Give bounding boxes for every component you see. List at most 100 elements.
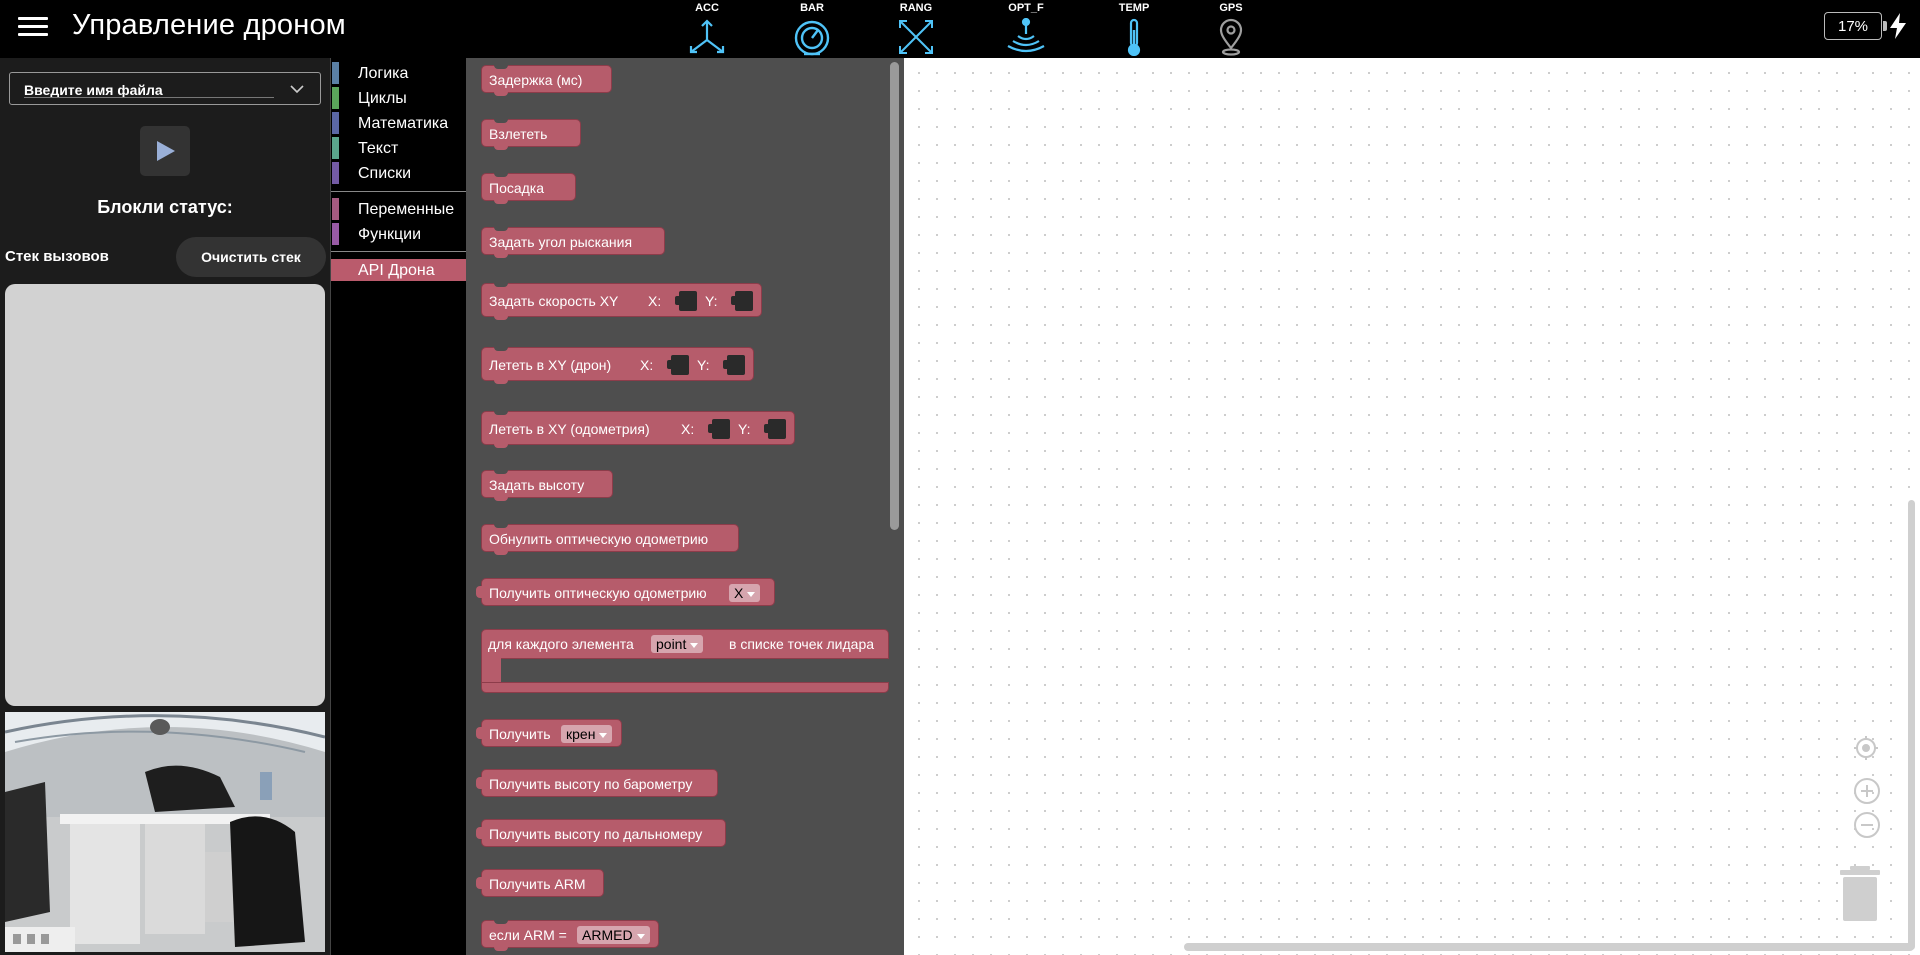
category-separator	[331, 251, 467, 252]
zoom-out-icon[interactable]	[1853, 811, 1881, 839]
foreach-footer	[481, 682, 889, 693]
category-lists[interactable]: Списки	[331, 162, 467, 184]
category-color-bar	[332, 259, 339, 281]
sensor-opt-f[interactable]: OPT_F	[996, 2, 1056, 56]
flyout-scrollbar[interactable]	[890, 62, 899, 530]
sensor-gps-label: GPS	[1219, 2, 1243, 14]
foreach-var-dropdown[interactable]: point	[651, 635, 704, 653]
foreach-suffix-label: в списке точек лидара	[729, 636, 875, 652]
y-input-slot[interactable]	[764, 419, 786, 439]
battery-indicator: 17%	[1824, 12, 1887, 40]
output-tab	[476, 586, 482, 598]
category-label: Переменные	[358, 201, 455, 218]
barometer-gauge-icon	[794, 20, 830, 56]
block-label: Задать скорость XY	[489, 293, 619, 309]
category-toolbox: Логика Циклы Математика Текст Списки Пер…	[330, 58, 467, 955]
block-if-arm[interactable]: если ARM = ARMED	[481, 920, 659, 951]
x-label: X:	[640, 357, 654, 373]
block-label: Взлететь	[489, 126, 548, 142]
block-land[interactable]: Посадка	[481, 173, 576, 204]
block-label: Получить ARM	[489, 876, 586, 892]
left-panel: Введите имя файла Блокли статус: Стек вы…	[0, 58, 330, 955]
category-loops[interactable]: Циклы	[331, 87, 467, 109]
file-name-select[interactable]: Введите имя файла	[9, 72, 321, 105]
call-stack-label: Стек вызовов	[5, 248, 109, 265]
dropdown-value: X	[734, 585, 744, 601]
block-set-height[interactable]: Задать высоту	[481, 470, 613, 501]
category-functions[interactable]: Функции	[331, 223, 467, 245]
x-label: X:	[681, 421, 695, 437]
block-reset-odometry[interactable]: Обнулить оптическую одометрию	[481, 524, 739, 555]
x-label: X:	[648, 293, 662, 309]
category-math[interactable]: Математика	[331, 112, 467, 134]
x-input-slot[interactable]	[675, 291, 697, 311]
block-set-yaw[interactable]: Задать угол рыскания	[481, 227, 665, 258]
gps-pin-icon	[1219, 18, 1243, 56]
block-get-baro-height[interactable]: Получить высоту по барометру	[476, 769, 718, 797]
category-color-bar	[332, 198, 339, 220]
axis-dropdown[interactable]: X	[729, 584, 761, 602]
category-logic[interactable]: Логика	[331, 62, 467, 84]
dropdown-value: ARMED	[582, 927, 633, 943]
sensor-acc[interactable]: ACC	[677, 2, 737, 56]
category-separator	[331, 191, 467, 192]
category-label: API Дрона	[358, 262, 435, 279]
category-label: Списки	[358, 165, 412, 182]
acc-arrows-icon	[689, 19, 725, 54]
block-get-odometry[interactable]: Получить оптическую одометрию X	[476, 578, 775, 606]
menu-icon[interactable]	[18, 17, 48, 37]
block-label: Задать угол рыскания	[489, 234, 633, 250]
clear-stack-button[interactable]: Очистить стек	[176, 237, 326, 277]
block-label: Лететь в XY (дрон)	[489, 357, 612, 373]
y-input-slot[interactable]	[731, 291, 753, 311]
block-label: Обнулить оптическую одометрию	[489, 531, 709, 547]
block-label: Получить высоту по дальномеру	[489, 826, 703, 842]
angle-dropdown[interactable]: крен	[561, 725, 613, 743]
blockly-workspace[interactable]	[904, 58, 1920, 955]
dropdown-value: крен	[566, 726, 596, 742]
camera-image	[5, 712, 325, 952]
workspace-horizontal-scrollbar[interactable]	[1184, 943, 1914, 951]
sensor-bar-label: BAR	[800, 2, 824, 14]
sensor-bar[interactable]: BAR	[782, 2, 842, 56]
recenter-icon[interactable]	[1853, 735, 1879, 761]
sensor-rang[interactable]: RANG	[886, 2, 946, 56]
charging-bolt-icon	[1890, 13, 1906, 39]
sensor-temp[interactable]: TEMP	[1104, 2, 1164, 56]
block-foreach-lidar[interactable]: для каждого элемента point в списке точе…	[481, 629, 889, 693]
output-tab	[476, 777, 482, 789]
y-label: Y:	[697, 357, 710, 373]
block-label: Получить	[489, 726, 551, 742]
category-text[interactable]: Текст	[331, 137, 467, 159]
block-fly-xy-odometry[interactable]: Лететь в XY (одометрия) X: Y:	[481, 411, 795, 448]
block-get-arm[interactable]: Получить ARM	[476, 869, 604, 897]
y-input-slot[interactable]	[723, 355, 745, 375]
block-set-speed-xy[interactable]: Задать скорость XY X: Y:	[481, 283, 762, 320]
trash-icon[interactable]	[1838, 866, 1882, 922]
caret-down-icon	[747, 591, 756, 597]
range-arrows-icon	[899, 20, 933, 54]
category-color-bar	[332, 112, 339, 134]
block-takeoff[interactable]: Взлететь	[481, 119, 581, 150]
block-delay[interactable]: Задержка (мс)	[481, 65, 612, 96]
workspace-vertical-scrollbar[interactable]	[1908, 500, 1915, 950]
category-drone-api[interactable]: API Дрона	[331, 259, 467, 281]
output-tab	[476, 827, 482, 839]
app-header: Управление дроном ACC BAR RANG OPT_F TEM…	[0, 0, 1920, 58]
sensor-gps[interactable]: GPS	[1201, 2, 1261, 56]
y-label: Y:	[738, 421, 751, 437]
category-variables[interactable]: Переменные	[331, 198, 467, 220]
arm-state-dropdown[interactable]: ARMED	[577, 926, 650, 944]
chevron-down-icon[interactable]	[290, 85, 304, 94]
block-label: Лететь в XY (одометрия)	[489, 421, 650, 437]
x-input-slot[interactable]	[708, 419, 730, 439]
blockly-status-title: Блокли статус:	[97, 197, 233, 217]
zoom-in-icon[interactable]	[1853, 777, 1881, 805]
x-input-slot[interactable]	[667, 355, 689, 375]
category-label: Функции	[358, 226, 422, 243]
block-fly-xy-drone[interactable]: Лететь в XY (дрон) X: Y:	[481, 347, 754, 384]
block-get-range-height[interactable]: Получить высоту по дальномеру	[476, 819, 726, 847]
output-tab	[476, 727, 482, 739]
run-button[interactable]	[140, 126, 190, 176]
block-get-angle[interactable]: Получить крен	[476, 719, 622, 747]
